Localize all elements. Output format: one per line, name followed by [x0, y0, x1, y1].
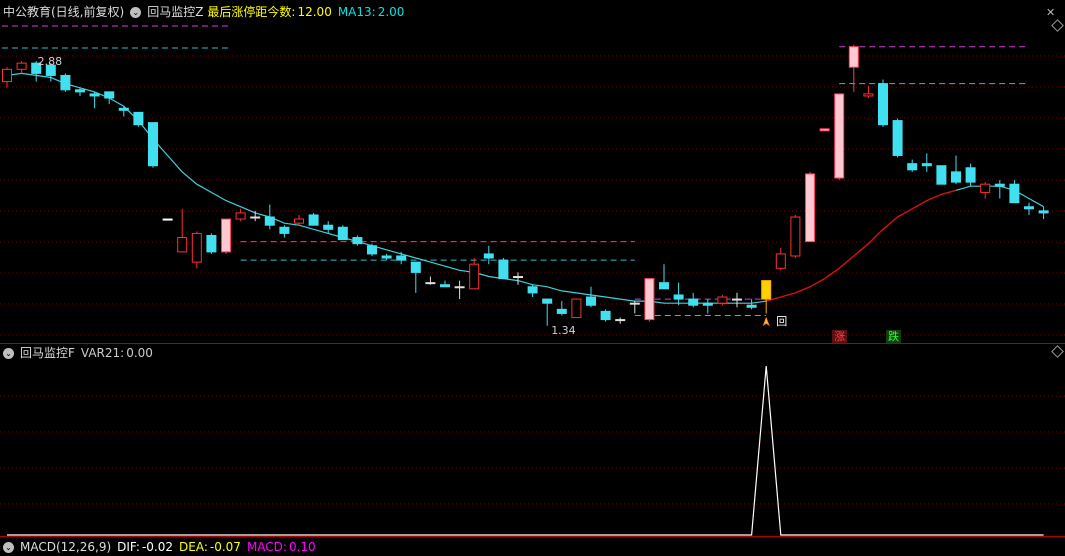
candle-body: [556, 308, 567, 314]
candle-body: [162, 218, 173, 221]
candle-body: [629, 302, 640, 305]
candle-body: [732, 298, 742, 301]
candle-body: [221, 218, 231, 253]
macd-menu-icon[interactable]: ⌄: [3, 541, 14, 553]
macd-field-1-value: -0.07: [209, 540, 241, 554]
candle-body: [1038, 210, 1049, 214]
candle-body: [16, 62, 27, 70]
var21-line: [7, 365, 1044, 536]
candle-body: [834, 93, 845, 179]
candle-body: [396, 255, 407, 261]
candle-body: [600, 310, 611, 321]
panel-separator: [0, 536, 1065, 537]
candle-body: [1009, 183, 1020, 204]
fall-signal-label: 跌: [886, 330, 901, 343]
candle-body: [805, 173, 815, 243]
candle-body: [980, 183, 991, 193]
candle-body: [994, 183, 1005, 187]
candle-body: [790, 216, 801, 257]
candle-body: [104, 91, 115, 99]
candle-body: [323, 224, 334, 230]
high-price-label: 2.88: [37, 55, 63, 69]
candle-body: [571, 298, 582, 319]
candle-body: [483, 253, 494, 259]
candle-body: [191, 232, 202, 263]
candle-body: [454, 286, 465, 289]
candle-body: [279, 226, 290, 234]
candle-body: [775, 253, 786, 269]
candle-body: [425, 282, 436, 285]
macd-field-0-value: -0.02: [141, 540, 173, 554]
candle-body: [702, 302, 713, 306]
macd-panel-header: ⌄ MACD(12,26,9) DIF: -0.02 DEA: -0.07 MA…: [3, 538, 322, 556]
candle-body: [644, 278, 655, 321]
candle-body: [60, 74, 71, 91]
candle-body: [746, 304, 757, 308]
candle-body: [250, 216, 261, 219]
candle-body: [294, 218, 304, 224]
candle-body: [936, 165, 947, 185]
low-price-label: 1.34: [551, 323, 576, 337]
candle-body: [848, 46, 859, 68]
macd-field-0-label: DIF:: [117, 540, 140, 554]
candle-body: [381, 255, 392, 259]
candle-body: [148, 122, 158, 167]
candle-body: [615, 319, 626, 322]
candle-body: [527, 286, 538, 294]
macd-field-2-label: MACD:: [246, 540, 287, 554]
candle-body: [264, 216, 275, 226]
candle-body: [89, 93, 100, 97]
candle-body: [688, 298, 699, 306]
candlestick-chart: [0, 25, 1065, 336]
macd-field-2-value: 0.10: [288, 540, 316, 554]
candle-body: [118, 107, 129, 111]
candle-body: [542, 298, 553, 304]
macd-field-1-label: DEA:: [179, 540, 208, 554]
candle-body: [235, 212, 246, 220]
candle-body: [469, 263, 480, 290]
candle-body: [819, 128, 830, 132]
var21-chart: [0, 365, 1065, 536]
pullback-label: 回: [776, 315, 788, 329]
candle-body: [352, 237, 363, 245]
candle-body: [586, 296, 596, 306]
macd-indicator-name[interactable]: MACD(12,26,9): [20, 538, 111, 556]
candle-body: [133, 111, 144, 126]
candle-body: [761, 280, 772, 300]
candle-body: [951, 171, 961, 183]
candle-body: [892, 120, 903, 156]
candle-body: [75, 89, 85, 93]
candle-body: [673, 294, 684, 300]
candle-body: [498, 259, 509, 280]
candle-body: [337, 226, 348, 241]
candle-body: [513, 276, 523, 279]
candle-body: [717, 296, 728, 304]
candle-body: [440, 284, 450, 288]
candle-body: [2, 68, 12, 83]
candle-body: [308, 214, 319, 226]
candle-body: [1024, 206, 1034, 210]
chart-window: 中公教育(日线,前复权) ⌄ 回马监控Z 最后涨停距今数: 12.00 MA13…: [0, 0, 1065, 554]
candle-body: [965, 167, 976, 183]
candle-body: [907, 163, 918, 171]
candle-body: [410, 261, 421, 273]
candle-body: [206, 234, 217, 253]
rise-signal-label: 涨: [832, 330, 848, 343]
candle-body: [659, 282, 669, 290]
candle-body: [878, 83, 888, 126]
candle-body: [863, 93, 874, 97]
candle-body: [921, 163, 932, 167]
pullback-pointer-icon: [762, 316, 770, 327]
candle-body: [177, 237, 188, 253]
candle-body: [367, 245, 377, 255]
